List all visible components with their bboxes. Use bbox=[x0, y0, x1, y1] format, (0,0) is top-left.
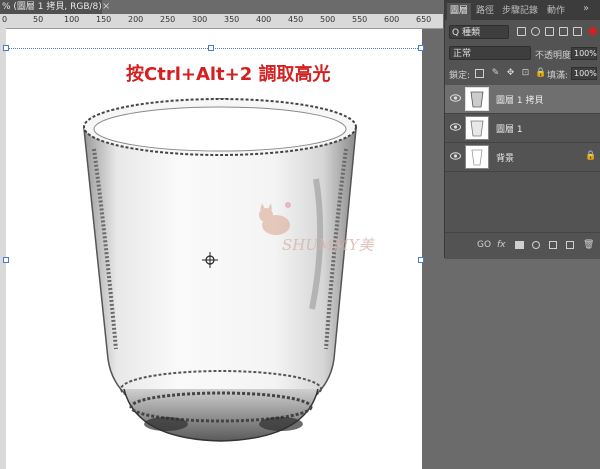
shape-filter-icon[interactable] bbox=[559, 27, 568, 36]
document-tab[interactable]: % (圖層 1 拷貝, RGB/8) * bbox=[0, 0, 102, 14]
panel-tabs: 圖層 路徑 步驟記錄 動作 » bbox=[445, 0, 600, 20]
ruler-label: 300 bbox=[192, 15, 208, 24]
lock-label: 鎖定: bbox=[449, 71, 471, 81]
layer-kind-filter[interactable]: Q 種類 bbox=[449, 25, 509, 39]
group-folder-icon[interactable] bbox=[549, 241, 557, 249]
opacity-input[interactable]: 100% bbox=[571, 47, 597, 60]
adjustment-filter-icon[interactable] bbox=[531, 27, 540, 36]
pixel-filter-icon[interactable] bbox=[517, 27, 526, 36]
layer-thumbnail bbox=[465, 87, 489, 111]
transform-handle[interactable] bbox=[3, 45, 9, 51]
new-layer-icon[interactable] bbox=[566, 241, 574, 249]
opacity-label: 不透明度: bbox=[535, 51, 575, 61]
layer-name: 圖層 1 拷貝 bbox=[496, 96, 544, 106]
lock-all-icon[interactable]: 🔒 bbox=[535, 69, 546, 78]
ruler-label: 600 bbox=[384, 15, 400, 24]
filter-toggle-icon[interactable] bbox=[589, 27, 597, 35]
panel-more-icon[interactable]: » bbox=[583, 3, 589, 14]
ruler-label: 250 bbox=[160, 15, 176, 24]
ruler-label: 50 bbox=[33, 15, 44, 24]
type-filter-icon[interactable] bbox=[545, 27, 554, 36]
lock-brush-icon[interactable]: ✎ bbox=[491, 69, 500, 78]
document-close-icon[interactable]: × bbox=[102, 0, 110, 14]
transform-handle[interactable] bbox=[418, 45, 424, 51]
document-tab-title: % (圖層 1 拷貝, RGB/8) * bbox=[2, 2, 102, 12]
lock-move-icon[interactable]: ✥ bbox=[506, 69, 515, 78]
cat-watermark-icon bbox=[259, 202, 291, 235]
lock-row: 鎖定: ✎ ✥ ⊡ 🔒 填滿: 100% bbox=[445, 66, 600, 82]
ruler-label: 150 bbox=[96, 15, 112, 24]
blend-row: 正常 不透明度: 100% bbox=[445, 45, 600, 62]
ruler-label: 450 bbox=[288, 15, 304, 24]
adjustment-layer-icon[interactable] bbox=[532, 241, 540, 249]
ruler-label: 650 bbox=[416, 15, 432, 24]
watermark-text: SHUMMY美 bbox=[282, 236, 374, 254]
filter-row: Q 種類 bbox=[445, 24, 600, 41]
eye-icon[interactable] bbox=[450, 94, 461, 102]
layer-row[interactable]: 圖層 1 拷貝 bbox=[445, 85, 600, 114]
eye-icon[interactable] bbox=[450, 123, 461, 131]
transform-pivot-icon[interactable] bbox=[202, 252, 218, 268]
transform-handle[interactable] bbox=[208, 45, 214, 51]
glass-image bbox=[83, 98, 357, 442]
transform-handle[interactable] bbox=[3, 257, 9, 263]
fill-label: 填滿: bbox=[547, 71, 569, 81]
eye-icon[interactable] bbox=[450, 152, 461, 160]
trash-icon[interactable]: 🗑 bbox=[583, 240, 594, 250]
lock-artboard-icon[interactable]: ⊡ bbox=[521, 69, 530, 78]
ruler-label: 500 bbox=[320, 15, 336, 24]
transform-handle[interactable] bbox=[418, 257, 424, 263]
link-layers-icon[interactable]: GO bbox=[477, 240, 491, 250]
layer-name: 圖層 1 bbox=[496, 125, 523, 135]
tab-history[interactable]: 步驟記錄 bbox=[500, 3, 540, 20]
tab-actions[interactable]: 動作 bbox=[543, 3, 569, 20]
fill-input[interactable]: 100% bbox=[571, 67, 597, 80]
blend-mode-select[interactable]: 正常 bbox=[449, 46, 531, 60]
ruler-label: 100 bbox=[64, 15, 80, 24]
layers-panel-footer: GO fx 🗑 bbox=[445, 232, 600, 259]
layer-row[interactable]: 圖層 1 bbox=[445, 114, 600, 143]
background-lock-icon: 🔒 bbox=[585, 151, 597, 161]
tab-paths[interactable]: 路徑 bbox=[473, 3, 497, 20]
add-mask-icon[interactable] bbox=[515, 241, 524, 249]
layer-name: 背景 bbox=[496, 154, 515, 164]
ruler-label: 550 bbox=[352, 15, 368, 24]
ruler-label: 350 bbox=[224, 15, 240, 24]
transform-bounding-box bbox=[6, 48, 422, 49]
tutorial-caption: 按Ctrl+Alt+2 調取高光 bbox=[126, 64, 331, 85]
tab-layers[interactable]: 圖層 bbox=[447, 3, 471, 20]
fx-icon[interactable]: fx bbox=[497, 240, 506, 250]
smart-object-filter-icon[interactable] bbox=[573, 27, 582, 36]
lock-transparent-icon[interactable] bbox=[475, 69, 484, 78]
document-canvas[interactable]: 按Ctrl+Alt+2 調取高光 SHUMMY美 bbox=[3, 29, 424, 469]
layer-row[interactable]: 背景 🔒 bbox=[445, 143, 600, 172]
layer-thumbnail bbox=[465, 116, 489, 140]
ruler-label: 400 bbox=[256, 15, 272, 24]
horizontal-ruler[interactable]: 0 50 100 150 200 250 300 350 400 450 500… bbox=[0, 14, 443, 29]
ruler-label: 0 bbox=[2, 15, 8, 24]
ruler-label: 200 bbox=[128, 15, 144, 24]
layers-panel: 圖層 路徑 步驟記錄 動作 » Q 種類 正常 不透明度: 100% 鎖定: ✎… bbox=[444, 0, 600, 259]
layer-thumbnail bbox=[465, 145, 489, 169]
